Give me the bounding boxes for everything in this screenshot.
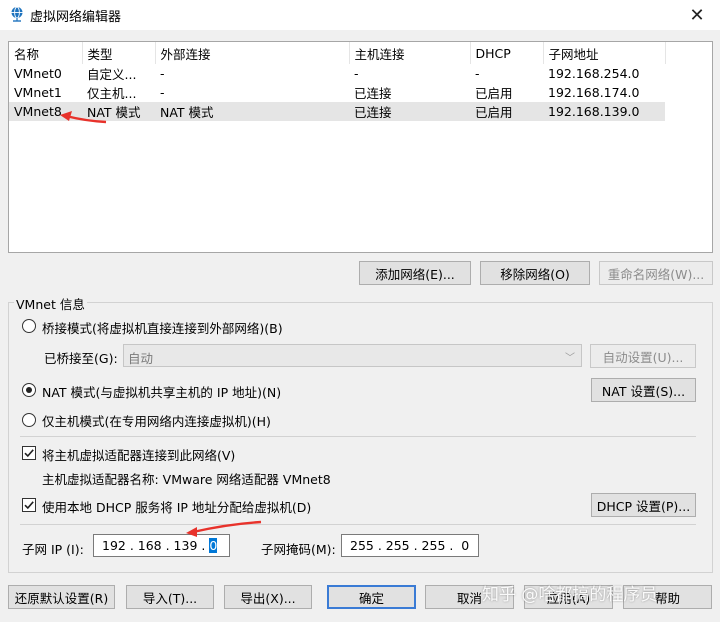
rename-network-button[interactable]: 重命名网络(W)... <box>599 261 713 285</box>
restore-defaults-button[interactable]: 还原默认设置(R) <box>8 585 115 609</box>
subnet-ip-last-octet: 0 <box>209 538 218 553</box>
cell-dhcp: - <box>475 66 480 81</box>
subnet-mask-label: 子网掩码(M): <box>261 542 336 557</box>
annotation-arrow-icon <box>186 520 262 537</box>
column-header-type[interactable]: 类型 <box>82 42 156 64</box>
nat-mode-label[interactable]: NAT 模式(与虚拟机共享主机的 IP 地址)(N) <box>42 382 281 401</box>
separator <box>20 524 696 525</box>
nat-settings-button[interactable]: NAT 设置(S)... <box>591 378 696 402</box>
import-button[interactable]: 导入(T)... <box>126 585 214 609</box>
window-title: 虚拟网络编辑器 <box>30 10 122 25</box>
close-button[interactable]: ✕ <box>674 0 720 30</box>
annotation-arrow-icon <box>60 111 107 124</box>
cell-host: 已连接 <box>354 86 392 101</box>
watermark-text: 知乎 @啥都搞的程序员 <box>482 585 658 605</box>
bridged-to-label: 已桥接至(G): <box>44 351 118 366</box>
vmnet-info-group <box>8 302 713 573</box>
subnet-mask-input[interactable]: 255 . 255 . 255 . 0 <box>341 534 479 557</box>
adapter-name-text: 主机虚拟适配器名称: VMware 网络适配器 VMnet8 <box>42 472 331 487</box>
table-row[interactable]: VMnet0 自定义... - - - 192.168.254.0 <box>9 64 665 83</box>
check-icon <box>24 449 34 458</box>
bridged-to-value: 自动 <box>128 351 154 366</box>
column-header-host[interactable]: 主机连接 <box>349 42 471 64</box>
use-dhcp-checkbox[interactable] <box>22 498 36 512</box>
cell-dhcp: 已启用 <box>475 86 513 101</box>
cell-host: 已连接 <box>349 102 470 121</box>
dhcp-settings-button[interactable]: DHCP 设置(P)... <box>591 493 696 517</box>
chevron-down-icon: ﹀ <box>565 353 575 364</box>
host-only-radio[interactable] <box>22 413 36 427</box>
auto-settings-button[interactable]: 自动设置(U)... <box>590 344 696 368</box>
cell-external: - <box>160 66 165 81</box>
cell-external: NAT 模式 <box>155 102 349 121</box>
cell-name: VMnet1 <box>14 85 62 100</box>
export-button[interactable]: 导出(X)... <box>224 585 312 609</box>
cell-dhcp: 已启用 <box>470 102 543 121</box>
network-globe-icon <box>11 6 23 22</box>
cell-subnet: 192.168.254.0 <box>548 66 640 81</box>
bridged-mode-radio[interactable] <box>22 319 36 333</box>
table-header-row: 名称 类型 外部连接 主机连接 DHCP 子网地址 <box>9 42 666 64</box>
close-icon: ✕ <box>689 4 705 26</box>
cell-subnet: 192.168.174.0 <box>548 85 640 100</box>
nat-mode-radio[interactable] <box>22 383 36 397</box>
bridged-mode-label[interactable]: 桥接模式(将虚拟机直接连接到外部网络)(B) <box>42 318 283 337</box>
cell-host: - <box>354 66 359 81</box>
connect-adapter-checkbox[interactable] <box>22 446 36 460</box>
subnet-ip-label: 子网 IP (I): <box>22 542 84 557</box>
remove-network-button[interactable]: 移除网络(O) <box>480 261 590 285</box>
host-only-label[interactable]: 仅主机模式(在专用网络内连接虚拟机)(H) <box>42 411 271 430</box>
check-icon <box>24 501 34 510</box>
separator <box>20 436 696 437</box>
subnet-ip-value: 192 . 168 . 139 . <box>102 538 210 553</box>
cell-type: 仅主机... <box>87 86 137 101</box>
add-network-button[interactable]: 添加网络(E)... <box>359 261 471 285</box>
cell-name: VMnet0 <box>14 66 62 81</box>
connect-adapter-label[interactable]: 将主机虚拟适配器连接到此网络(V) <box>42 445 235 464</box>
column-header-subnet[interactable]: 子网地址 <box>543 42 666 64</box>
table-row[interactable]: VMnet1 仅主机... - 已连接 已启用 192.168.174.0 <box>9 83 665 102</box>
use-dhcp-label[interactable]: 使用本地 DHCP 服务将 IP 地址分配给虚拟机(D) <box>42 497 311 516</box>
cell-subnet: 192.168.139.0 <box>543 102 665 121</box>
cell-type: 自定义... <box>87 67 137 82</box>
network-list[interactable]: 名称 类型 外部连接 主机连接 DHCP 子网地址 VMnet0 自定义... … <box>8 41 713 253</box>
vmnet-info-title: VMnet 信息 <box>14 294 87 313</box>
title-bar: 虚拟网络编辑器 ✕ <box>0 0 720 30</box>
column-header-external[interactable]: 外部连接 <box>155 42 350 64</box>
column-header-dhcp[interactable]: DHCP <box>470 42 544 64</box>
cell-external: - <box>160 85 165 100</box>
bridged-to-select[interactable]: 自动 ﹀ <box>123 344 582 367</box>
ok-button[interactable]: 确定 <box>327 585 416 609</box>
column-header-name[interactable]: 名称 <box>9 42 83 64</box>
